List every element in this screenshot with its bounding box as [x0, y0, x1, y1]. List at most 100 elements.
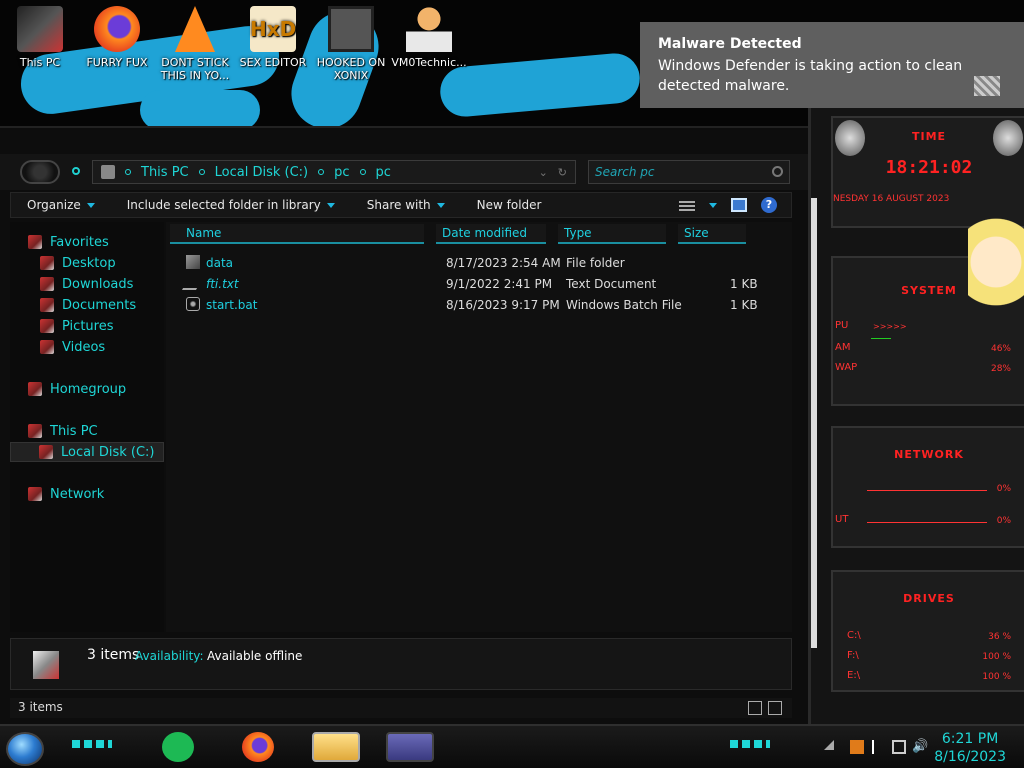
desktop-icon-hooked-on-xonix[interactable]: HOOKED ON XONIX	[313, 4, 389, 82]
desktop-icon-this-pc[interactable]: This PC	[2, 4, 78, 69]
drives-panel: DRIVES C:\ 36 % F:\ 100 % E:\ 100 %	[831, 570, 1024, 692]
network-out-label: UT	[835, 514, 849, 525]
breadcrumb-pc[interactable]: pc	[334, 165, 349, 180]
taskbar-control-panel-icon[interactable]	[386, 732, 434, 762]
network-in-value: 0%	[996, 484, 1011, 494]
drive-e-value: 100 %	[982, 672, 1011, 682]
caret-down-icon	[326, 202, 335, 208]
homegroup-icon	[28, 382, 42, 396]
chevron-icon	[318, 169, 325, 175]
column-header-size[interactable]: Size	[678, 224, 746, 244]
address-row: This PC Local Disk (C:) pc pc ⌄ ↻ Search…	[0, 154, 808, 190]
new-folder-button[interactable]: New folder	[461, 198, 558, 212]
chevron-icon	[125, 169, 131, 175]
include-in-library-button[interactable]: Include selected folder in library	[111, 198, 351, 212]
search-input[interactable]: Search pc	[588, 160, 790, 184]
nav-homegroup[interactable]: Homegroup	[28, 379, 182, 399]
start-button[interactable]	[6, 732, 44, 766]
nav-favorites[interactable]: Favorites	[28, 232, 182, 252]
nav-this-pc[interactable]: This PC	[28, 421, 182, 441]
star-icon	[28, 235, 42, 249]
desktop-icon-dont-stick[interactable]: DONT STICK THIS IN YO...	[157, 4, 233, 82]
gadget-clock: 18:21:02	[885, 157, 973, 178]
desktop-icon-sex-editor[interactable]: HxD SEX EDITOR	[235, 4, 311, 69]
action-center-flag-icon[interactable]	[872, 740, 886, 754]
view-options-caret-icon[interactable]	[709, 202, 717, 208]
taskbar: 🔊 6:21 PM 8/16/2023	[0, 724, 1024, 768]
alien-head-icon	[835, 120, 865, 156]
cpu-graph	[871, 338, 891, 339]
details-view-icon[interactable]	[748, 701, 762, 715]
address-bar[interactable]: This PC Local Disk (C:) pc pc ⌄ ↻	[92, 160, 576, 184]
security-shield-icon[interactable]	[850, 740, 864, 754]
status-bar: 3 items	[10, 698, 792, 718]
firefox-icon	[94, 6, 140, 52]
videos-folder-icon	[40, 340, 54, 354]
file-explorer-window: This PC Local Disk (C:) pc pc ⌄ ↻ Search…	[0, 126, 808, 724]
network-title: NETWORK	[894, 448, 964, 461]
folder-preview-icon	[33, 651, 59, 679]
folder-icon	[186, 255, 200, 269]
network-panel: NETWORK 0% UT 0%	[831, 426, 1024, 548]
time-panel: TIME 18:21:02 NESDAY 16 AUGUST 2023	[831, 116, 1024, 228]
taskbar-clock[interactable]: 6:21 PM 8/16/2023	[934, 730, 1006, 766]
hex-editor-icon: HxD	[250, 6, 296, 52]
taskbar-firefox-icon[interactable]	[242, 732, 274, 762]
cpu-arrows-icon: >>>>>	[873, 322, 907, 331]
refresh-icon[interactable]: ↻	[558, 166, 567, 179]
nav-local-disk[interactable]: Local Disk (C:)	[10, 442, 164, 462]
drive-f-value: 100 %	[982, 652, 1011, 662]
recent-pages-icon[interactable]	[72, 167, 80, 175]
organize-button[interactable]: Organize	[11, 198, 111, 212]
file-row-fti-txt[interactable]: fti.txt 9/1/2022 2:41 PM Text Document 1…	[166, 274, 792, 294]
network-status-icon[interactable]	[892, 740, 906, 754]
help-icon[interactable]: ?	[761, 197, 777, 213]
breadcrumb-local-disk[interactable]: Local Disk (C:)	[215, 165, 308, 180]
clock-time: 6:21 PM	[941, 731, 999, 747]
drive-e-label: E:\	[847, 670, 861, 681]
nav-network[interactable]: Network	[28, 484, 182, 504]
text-document-icon	[181, 276, 205, 290]
notification-title: Malware Detected	[658, 36, 802, 52]
dropdown-chevron-icon[interactable]: ⌄	[539, 166, 548, 179]
column-header-type[interactable]: Type	[558, 224, 666, 244]
malware-notification[interactable]: Malware Detected Windows Defender is tak…	[640, 22, 1024, 108]
volume-icon[interactable]: 🔊	[912, 740, 928, 754]
downloads-folder-icon	[40, 277, 54, 291]
system-tray: 🔊 6:21 PM 8/16/2023	[804, 726, 1024, 768]
caret-down-icon	[86, 202, 95, 208]
back-forward-icon[interactable]	[20, 160, 60, 184]
batch-file-gear-icon	[186, 297, 200, 311]
share-with-button[interactable]: Share with	[351, 198, 461, 212]
taskbar-decoration	[72, 740, 112, 748]
preview-pane-icon[interactable]	[731, 198, 747, 212]
desktop-icon-vm0technic[interactable]: VM0Technic...	[391, 4, 467, 69]
cpu-label: PU	[835, 320, 849, 331]
column-header-date[interactable]: Date modified	[436, 224, 546, 244]
taskbar-notes-app-icon[interactable]	[162, 732, 194, 762]
taskbar-file-explorer-icon[interactable]	[312, 732, 360, 762]
details-item-count: 3 items	[87, 647, 140, 663]
gadget-date: NESDAY 16 AUGUST 2023	[833, 194, 950, 204]
drive-c-value: 36 %	[988, 632, 1011, 642]
column-header-name[interactable]: Name	[170, 224, 424, 244]
computer-icon	[28, 424, 42, 438]
swap-label: WAP	[835, 362, 858, 373]
breadcrumb-pc-current[interactable]: pc	[376, 165, 391, 180]
xonix-game-icon	[328, 6, 374, 52]
large-icons-view-icon[interactable]	[768, 701, 782, 715]
desktop-icon-furry-fux[interactable]: FURRY FUX	[79, 4, 155, 69]
breadcrumb-this-pc[interactable]: This PC	[141, 165, 189, 180]
command-bar: Organize Include selected folder in libr…	[10, 192, 792, 218]
file-row-start-bat[interactable]: start.bat 8/16/2023 9:17 PM Windows Batc…	[166, 295, 792, 315]
vlc-cone-icon	[175, 6, 215, 52]
file-list: Name Date modified Type Size data 8/17/2…	[166, 222, 792, 632]
user-doctor-icon	[406, 6, 452, 52]
file-row-data[interactable]: data 8/17/2023 2:54 AM File folder	[166, 253, 792, 273]
ram-value: 46%	[990, 344, 1011, 354]
change-view-icon[interactable]	[679, 199, 695, 211]
gadget-scrollbar[interactable]	[811, 198, 817, 648]
network-out-graph	[867, 522, 987, 523]
ram-label: AM	[835, 342, 851, 353]
show-hidden-icons-icon[interactable]	[824, 740, 834, 750]
